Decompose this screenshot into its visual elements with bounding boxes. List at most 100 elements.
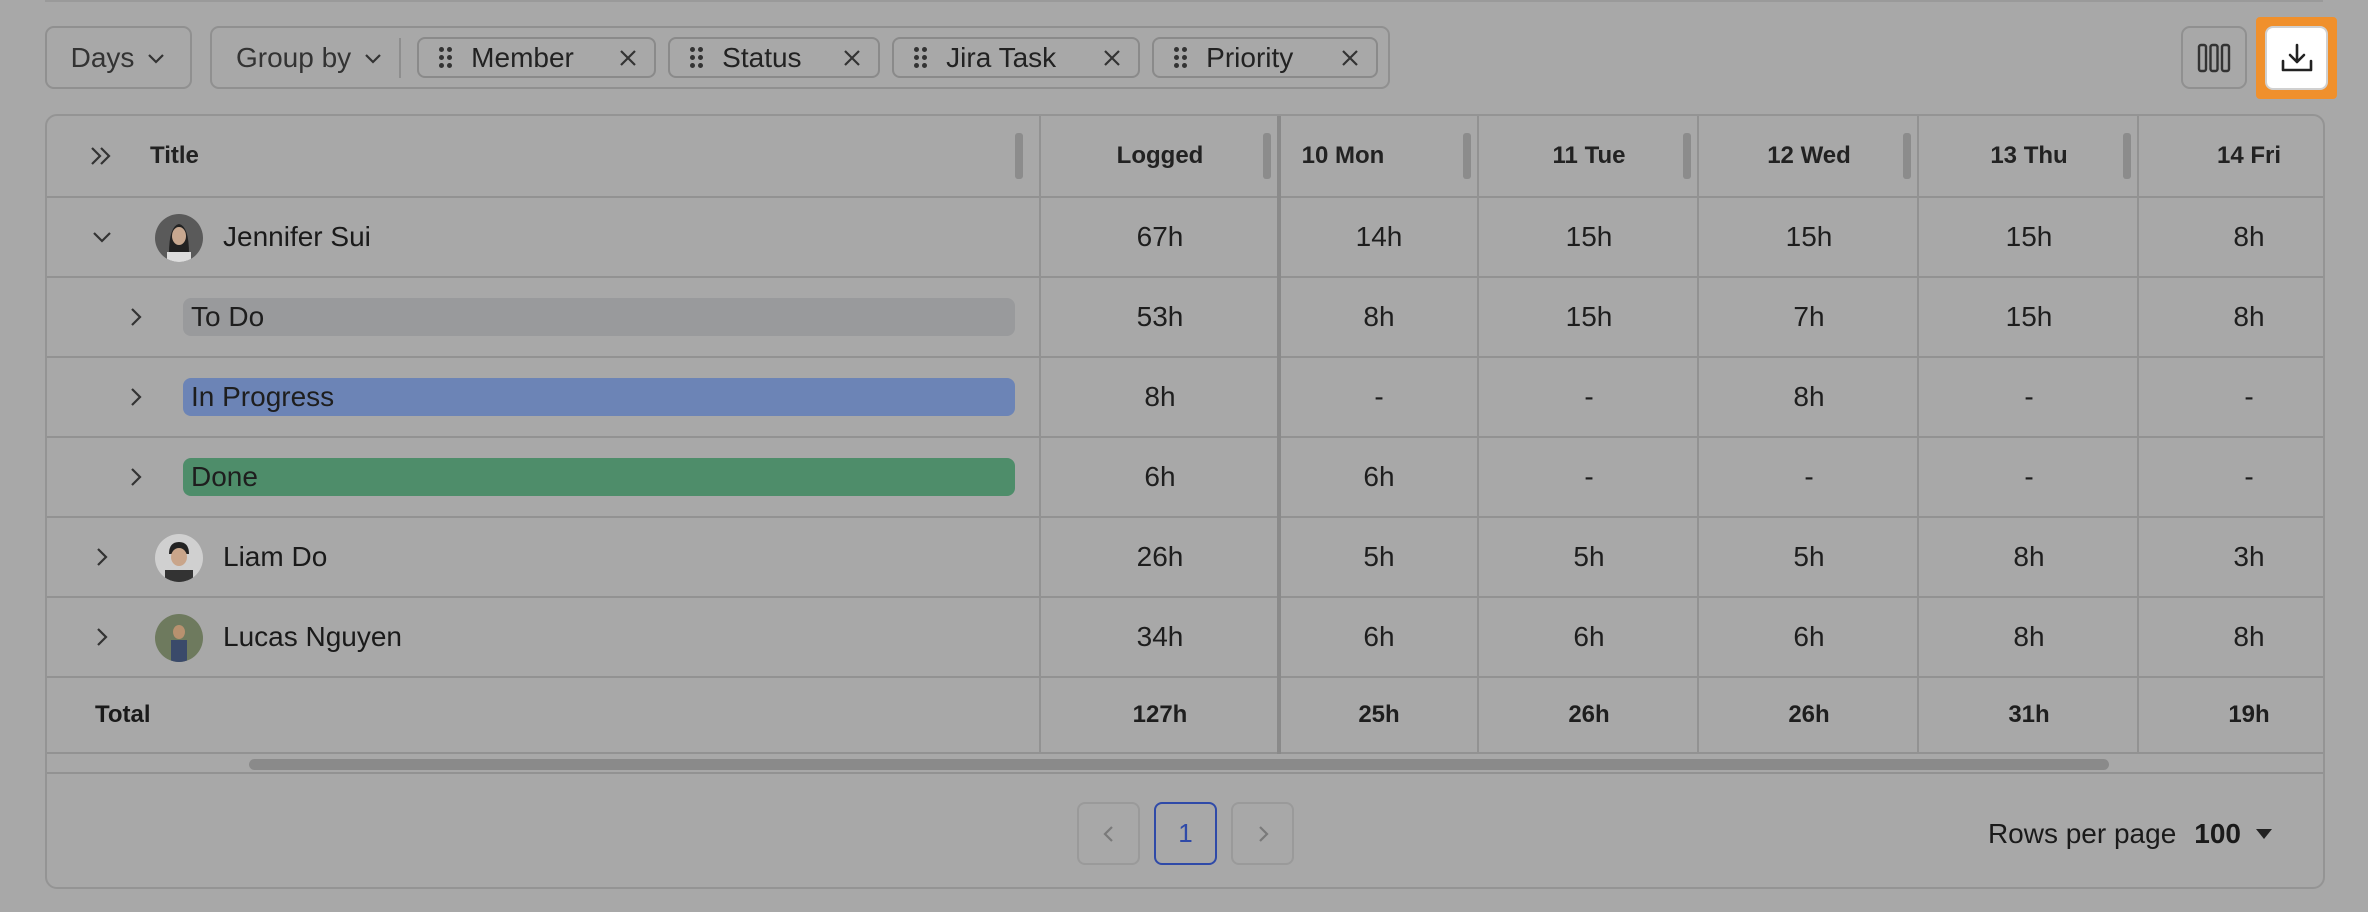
drag-handle-icon[interactable] [437,46,453,69]
table-row[interactable]: Liam Do 26h 5h 5h 5h 8h 3h [47,518,2323,598]
day-cell: 6h [1363,621,1395,652]
day-cell: - [1804,461,1814,492]
collapse-button[interactable] [91,198,113,276]
group-chip-priority[interactable]: Priority [1152,37,1379,78]
day-cell: 8h [2233,621,2265,652]
rows-per-page-label: Rows per page [1987,817,2177,849]
page-button[interactable]: 1 [1154,802,1217,865]
day-cell: 15h [1785,221,1833,252]
drag-handle-icon[interactable] [912,46,928,69]
status-badge-in-progress: In Progress [183,378,1015,416]
column-header-day[interactable]: 10 Mon [1279,116,1447,196]
double-chevron-right-icon [91,147,111,165]
total-day: 25h [1358,701,1400,728]
group-chip-status[interactable]: Status [668,37,881,78]
scrollbar-thumb[interactable] [249,759,2109,770]
column-resize-handle[interactable] [1683,133,1691,179]
column-resize-handle[interactable] [1263,133,1271,179]
chip-label: Member [471,41,574,73]
column-divider [1277,116,1281,754]
group-by-dropdown[interactable]: Group by [236,42,383,74]
status-badge-todo: To Do [183,298,1015,336]
expand-button[interactable] [125,358,147,436]
day-cell: 15h [2005,221,2053,252]
member-name: Jennifer Sui [223,221,371,252]
rows-per-page: Rows per page 100 [1988,802,2273,865]
day-cell: 8h [2013,541,2045,572]
next-page-button[interactable] [1231,802,1294,865]
rows-per-page-select[interactable]: 100 [2194,818,2273,850]
total-row: Total 127h 25h 26h 26h 31h 19h [47,678,2323,754]
close-icon[interactable] [1340,48,1360,68]
download-button[interactable] [2265,26,2328,90]
logged-cell: 26h [1136,541,1184,572]
logged-cell: 34h [1136,621,1184,652]
day-cell: 3h [2233,541,2265,572]
column-header-day[interactable]: 11 Tue [1479,116,1699,196]
expand-button[interactable] [91,598,113,676]
group-chip-jira-task[interactable]: Jira Task [892,37,1141,78]
day-cell: 8h [1363,301,1395,332]
column-resize-handle[interactable] [1015,133,1023,179]
day-cell: 6h [1793,621,1825,652]
group-by-panel: Group by Member Status Jira Task Priorit… [210,26,1391,89]
column-divider [1477,116,1479,754]
pagination: 1 [1077,802,1294,865]
columns-icon [2197,43,2231,72]
column-header-title[interactable]: Title [150,116,199,196]
expand-button[interactable] [91,518,113,596]
chevron-right-icon [131,388,142,406]
drag-handle-icon[interactable] [1172,46,1188,69]
chip-label: Jira Task [946,41,1057,73]
day-cell: - [2244,381,2254,412]
day-cell: 14h [1355,221,1403,252]
day-cell: 5h [1363,541,1395,572]
close-icon[interactable] [618,48,638,68]
total-day: 26h [1568,701,1610,728]
chevron-right-icon [131,468,142,486]
columns-button[interactable] [2181,26,2247,89]
column-resize-handle[interactable] [1903,133,1911,179]
close-icon[interactable] [842,48,862,68]
prev-page-button[interactable] [1077,802,1140,865]
chip-label: Status [722,41,802,73]
chip-label: Priority [1206,41,1294,73]
day-cell: 8h [2013,621,2045,652]
table-row[interactable]: Jennifer Sui 67h 14h 15h 15h 15h 8h [47,198,2323,278]
day-cell: 15h [1565,221,1613,252]
day-cell: 6h [1573,621,1605,652]
member-name: Liam Do [223,541,328,572]
table-row[interactable]: Lucas Nguyen 34h 6h 6h 6h 8h 8h [47,598,2323,678]
column-resize-handle[interactable] [1463,133,1471,179]
column-header-day[interactable]: 14 Fri [2139,116,2323,196]
timesheet-table: Title Logged 10 Mon 11 Tue 12 Wed 13 Thu… [45,114,2325,889]
day-cell: 8h [2233,221,2265,252]
column-divider [1039,116,1041,754]
day-cell: 15h [2005,301,2053,332]
expand-button[interactable] [125,278,147,356]
day-cell: 7h [1793,301,1825,332]
expand-button[interactable] [125,438,147,516]
group-chip-member[interactable]: Member [417,37,657,78]
column-header-day[interactable]: 12 Wed [1699,116,1919,196]
drag-handle-icon[interactable] [688,46,704,69]
day-cell: - [1584,381,1594,412]
range-dropdown[interactable]: Days [45,26,192,89]
chevron-down-icon [148,53,165,64]
chevron-down-icon [365,53,381,64]
expand-all-button[interactable] [89,116,113,196]
day-cell: - [2244,461,2254,492]
horizontal-scrollbar[interactable] [47,754,2323,774]
table-row[interactable]: In Progress 8h - - 8h - - [47,358,2323,438]
column-resize-handle[interactable] [2123,133,2131,179]
download-icon [2281,43,2312,72]
table-row[interactable]: To Do 53h 8h 15h 7h 15h 8h [47,278,2323,358]
day-cell: 5h [1793,541,1825,572]
table-row[interactable]: Done 6h 6h - - - - [47,438,2323,518]
close-icon[interactable] [1102,48,1122,68]
column-header-day[interactable]: 13 Thu [1919,116,2139,196]
column-header-logged[interactable]: Logged [1041,116,1279,196]
chevron-right-icon [97,628,108,646]
day-cell: 8h [2233,301,2265,332]
day-cell: 8h [1793,381,1825,412]
